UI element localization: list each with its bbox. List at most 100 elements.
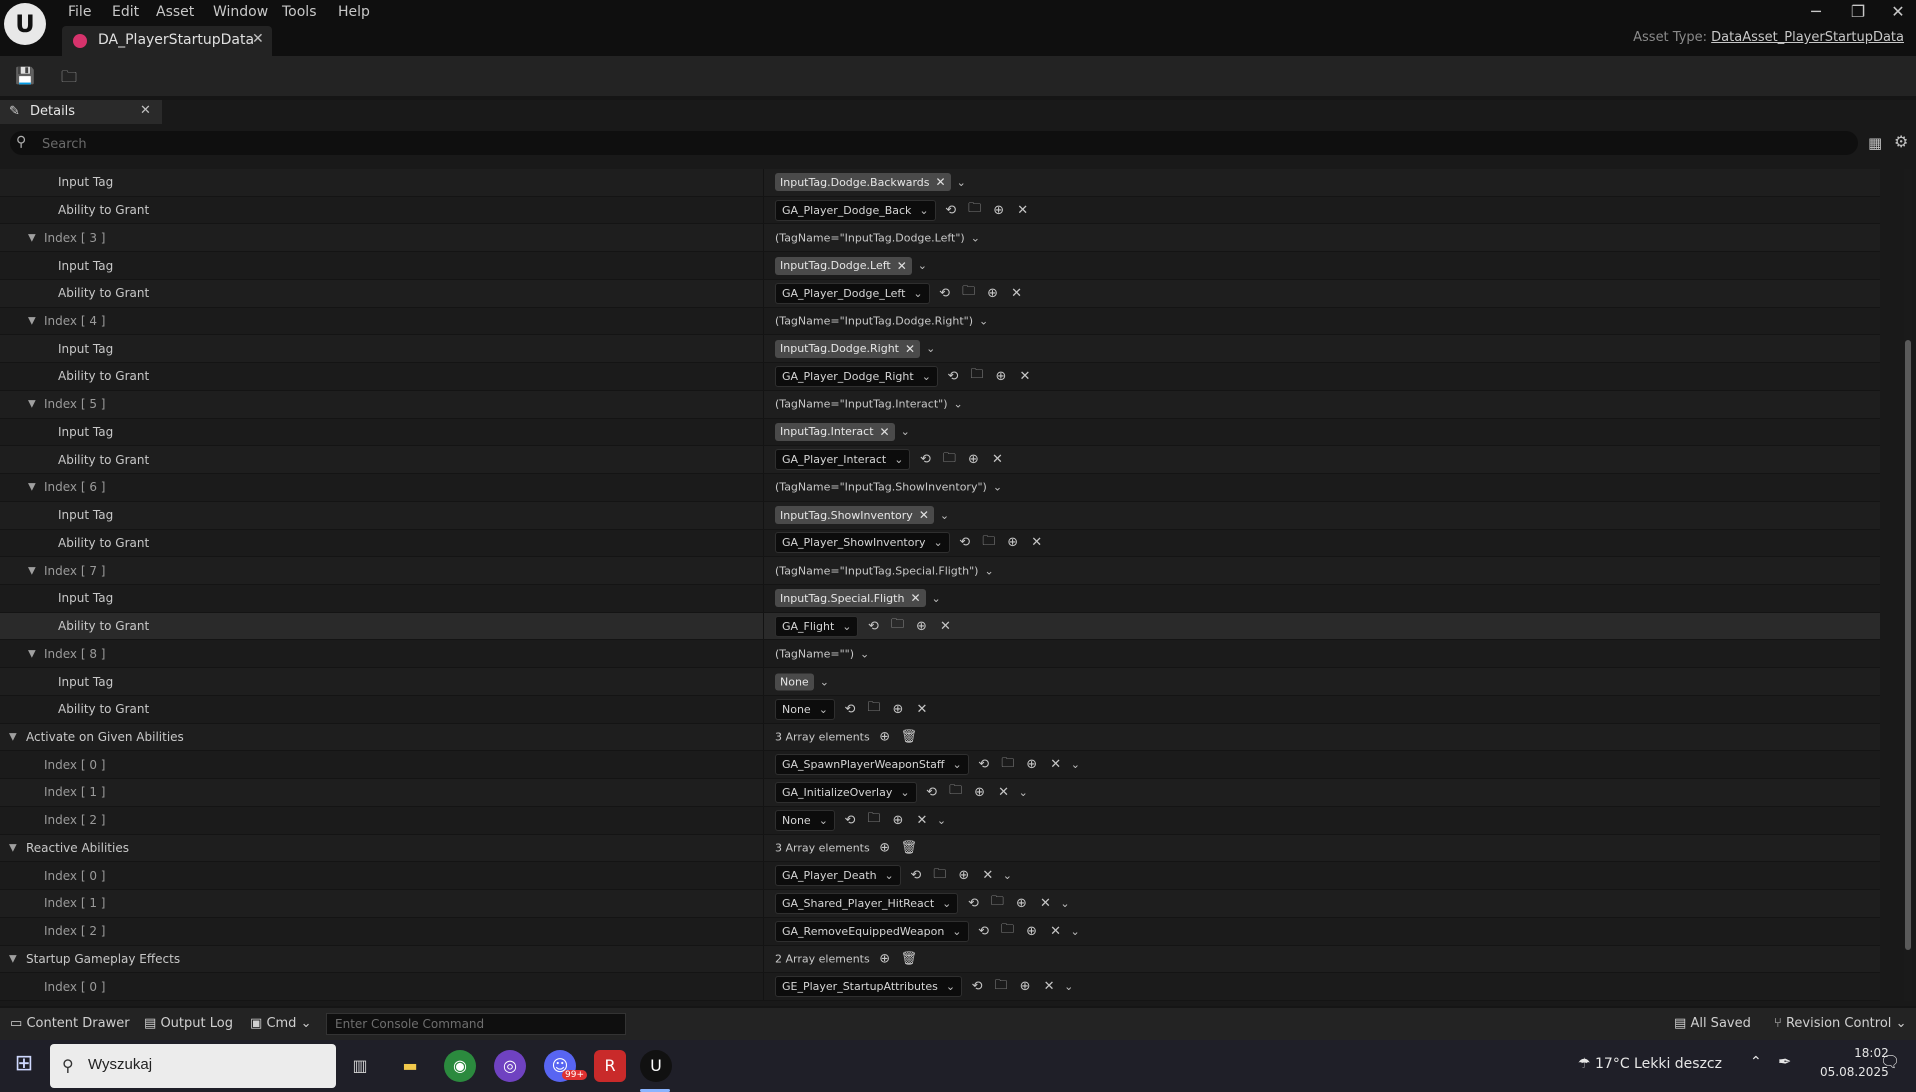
column-divider[interactable] [763,252,764,279]
details-tab[interactable]: ✎ Details ✕ [0,100,162,124]
gear-icon[interactable]: ⚙ [1894,132,1908,151]
column-divider[interactable] [763,224,764,252]
remove-tag-icon[interactable]: ✕ [919,508,929,522]
remove-tag-icon[interactable]: ✕ [897,259,907,273]
cmd-dropdown[interactable]: ▣ Cmd ⌄ [250,1016,311,1031]
tray-expand-icon[interactable]: ⌃ [1750,1054,1762,1070]
chevron-down-icon[interactable]: ⌄ [901,425,910,438]
use-selected-icon[interactable]: ⟲ [936,286,954,301]
column-divider[interactable] [763,418,764,446]
menu-asset[interactable]: Asset [156,4,194,20]
chevron-down-icon[interactable]: ⌄ [971,231,980,244]
chevron-down-icon[interactable]: ⌄ [860,647,869,660]
expand-arrow-icon[interactable]: ▼ [28,648,36,659]
class-picker-dropdown[interactable]: None ⌄ [775,809,835,831]
expand-arrow-icon[interactable]: ▼ [9,953,17,964]
notification-icon[interactable]: 🗨 [1880,1052,1900,1071]
column-divider[interactable] [763,335,764,363]
class-picker-dropdown[interactable]: GA_Player_Interact ⌄ [775,449,911,471]
column-divider[interactable] [763,668,764,695]
weather-widget[interactable]: ☂ 17°C Lekki deszcz [1578,1056,1722,1072]
output-log-button[interactable]: ▤ Output Log [144,1016,233,1031]
browse-asset-icon[interactable]: 🗀 [865,698,883,720]
insert-element-icon[interactable]: ⊕ [984,286,1002,301]
column-divider[interactable] [763,474,764,501]
class-picker-dropdown[interactable]: GA_Player_Dodge_Left ⌄ [775,282,930,304]
scrollbar-thumb[interactable] [1905,340,1911,950]
chevron-down-icon[interactable]: ⌄ [1071,758,1080,771]
insert-element-icon[interactable]: ⊕ [971,785,989,800]
use-selected-icon[interactable]: ⟲ [944,369,962,384]
menu-help[interactable]: Help [338,4,370,20]
windows-start-icon[interactable]: ⊞ [12,1052,36,1076]
column-divider[interactable] [763,196,764,224]
expand-arrow-icon[interactable]: ▼ [28,565,36,576]
browse-asset-icon[interactable]: 🗀 [999,920,1017,942]
browse-asset-icon[interactable]: 🗀 [992,976,1010,998]
clear-icon[interactable]: ✕ [913,702,931,717]
remove-tag-icon[interactable]: ✕ [905,342,915,356]
expand-arrow-icon[interactable]: ▼ [9,842,17,853]
clear-icon[interactable]: ✕ [1040,979,1058,994]
browse-asset-icon[interactable]: 🗀 [865,809,883,831]
gameplay-tag-chip[interactable]: InputTag.Interact ✕ [775,422,895,441]
use-selected-icon[interactable]: ⟲ [968,979,986,994]
clear-icon[interactable]: ✕ [979,868,997,883]
expand-arrow-icon[interactable]: ▼ [28,316,36,327]
chevron-down-icon[interactable]: ⌄ [993,481,1002,494]
gameplay-tag-chip[interactable]: InputTag.Special.Fligth ✕ [775,589,926,608]
browse-asset-icon[interactable]: 🗀 [988,892,1006,914]
gameplay-tag-chip[interactable]: None [775,673,814,691]
close-window-icon[interactable]: ✕ [1878,2,1916,21]
file-explorer-icon[interactable]: ▬ [394,1050,426,1082]
clock[interactable]: 18:02 05.08.2025 [1820,1044,1889,1082]
clear-icon[interactable]: ✕ [1047,924,1065,939]
search-input[interactable] [40,133,1844,155]
add-element-icon[interactable]: ⊕ [876,951,894,966]
class-picker-dropdown[interactable]: GA_Player_ShowInventory ⌄ [775,532,950,554]
clear-icon[interactable]: ✕ [913,813,931,828]
insert-element-icon[interactable]: ⊕ [1012,896,1030,911]
class-picker-dropdown[interactable]: GA_RemoveEquippedWeapon ⌄ [775,920,969,942]
menu-file[interactable]: File [68,4,91,20]
chevron-down-icon[interactable]: ⌄ [1019,786,1028,799]
add-element-icon[interactable]: ⊕ [876,730,894,745]
column-divider[interactable] [763,585,764,612]
column-divider[interactable] [763,945,764,973]
browse-asset-icon[interactable]: 🗀 [931,865,949,887]
chevron-down-icon[interactable]: ⌄ [926,342,935,355]
column-divider[interactable] [763,862,764,890]
chevron-down-icon[interactable]: ⌄ [954,398,963,411]
column-divider[interactable] [763,806,764,834]
chevron-down-icon[interactable]: ⌄ [918,259,927,272]
use-selected-icon[interactable]: ⟲ [841,813,859,828]
class-picker-dropdown[interactable]: GA_Flight ⌄ [775,615,859,637]
add-element-icon[interactable]: ⊕ [876,840,894,855]
insert-element-icon[interactable]: ⊕ [912,619,930,634]
insert-element-icon[interactable]: ⊕ [955,868,973,883]
column-divider[interactable] [763,612,764,640]
content-drawer-button[interactable]: ▭ Content Drawer [10,1016,130,1031]
class-picker-dropdown[interactable]: GA_Shared_Player_HitReact ⌄ [775,892,959,914]
taskbar-search[interactable]: ⚲ Wyszukaj [50,1044,336,1088]
column-divider[interactable] [763,169,764,196]
clear-icon[interactable]: ✕ [1047,757,1065,772]
browse-asset-icon[interactable]: 🗀 [947,781,965,803]
column-divider[interactable] [763,446,764,474]
column-divider[interactable] [763,279,764,307]
insert-element-icon[interactable]: ⊕ [889,813,907,828]
gameplay-tag-chip[interactable]: InputTag.Dodge.Left ✕ [775,256,912,275]
browse-asset-icon[interactable]: 🗀 [940,449,958,471]
browse-icon[interactable]: 🗀 [58,66,80,86]
expand-arrow-icon[interactable]: ▼ [28,482,36,493]
use-selected-icon[interactable]: ⟲ [923,785,941,800]
use-selected-icon[interactable]: ⟲ [975,924,993,939]
chevron-down-icon[interactable]: ⌄ [940,509,949,522]
menu-window[interactable]: Window [213,4,268,20]
clear-icon[interactable]: ✕ [1028,535,1046,550]
column-divider[interactable] [763,501,764,529]
insert-element-icon[interactable]: ⊕ [992,369,1010,384]
insert-element-icon[interactable]: ⊕ [1023,924,1041,939]
insert-element-icon[interactable]: ⊕ [990,203,1008,218]
class-picker-dropdown[interactable]: GE_Player_StartupAttributes ⌄ [775,976,963,998]
